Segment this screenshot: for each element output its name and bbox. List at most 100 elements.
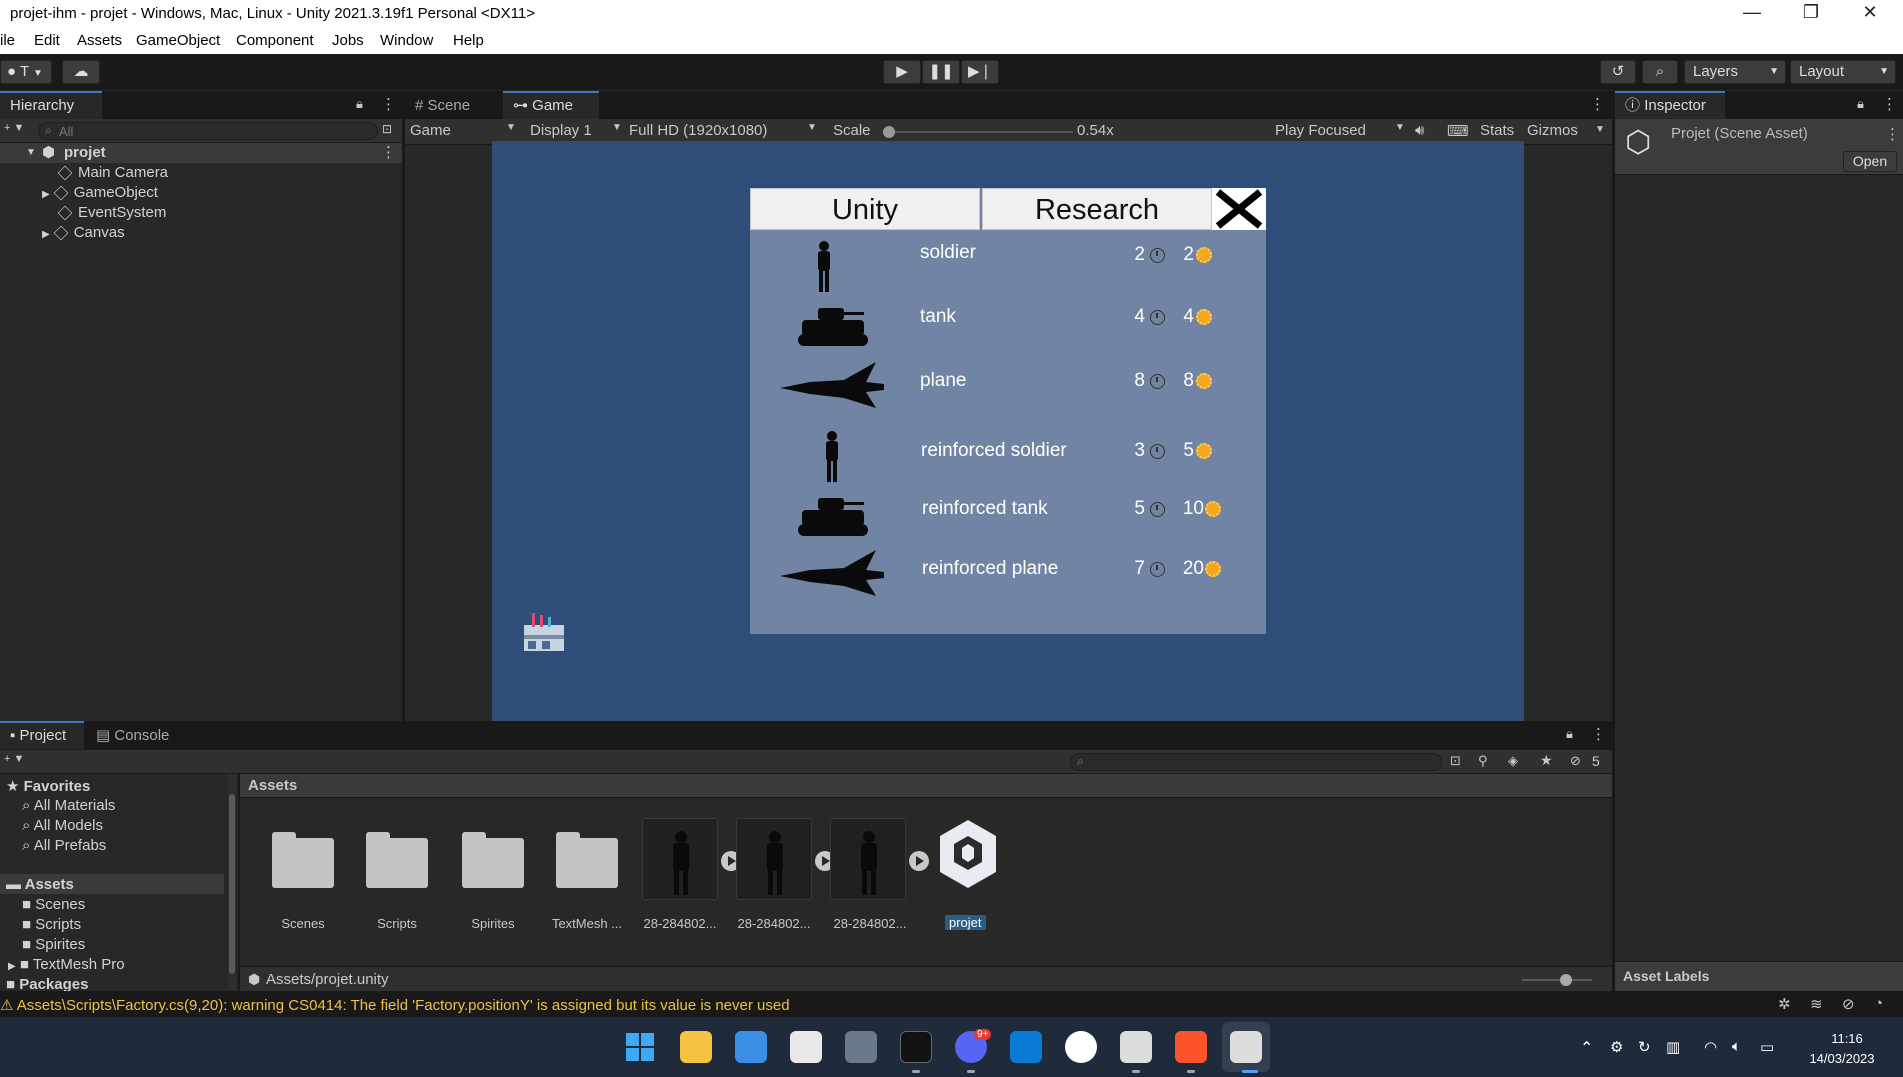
menu-edit[interactable]: Edit (34, 32, 60, 49)
sprite-thumbnail[interactable] (736, 818, 812, 900)
step-button[interactable]: ▶❘ (961, 60, 999, 84)
unit-row[interactable]: tank 4 4 (750, 296, 1266, 354)
tab-unity[interactable]: Unity (750, 188, 980, 230)
scene-picker-icon[interactable]: ⊡ (382, 122, 392, 136)
unit-row[interactable]: plane 8 8 (750, 358, 1266, 420)
unit-row[interactable]: reinforced plane 7 20 (750, 548, 1266, 610)
lock-icon[interactable]: 🔒︎ (356, 96, 363, 112)
clock-date[interactable]: 14/03/2023 (1800, 1051, 1884, 1066)
file-explorer-icon[interactable] (680, 1031, 712, 1063)
chevron-up-icon[interactable]: ⌃ (1580, 1038, 1593, 1058)
asset-item-label-selected[interactable]: projet (945, 915, 986, 930)
tab-game[interactable]: ⊶ Game (503, 91, 599, 119)
kebab-menu-icon[interactable]: ⋮ (381, 95, 396, 113)
sidebar-scrollbar[interactable] (228, 774, 236, 990)
hierarchy-item-eventsystem[interactable]: EventSystem (57, 203, 166, 223)
close-window-button[interactable]: ✕ (1850, 2, 1890, 23)
hierarchy-item-gameobject[interactable]: ▶ GameObject (42, 183, 158, 203)
tab-scene[interactable]: # Scene (405, 91, 501, 119)
menu-file[interactable]: ile (0, 32, 15, 49)
speaker-muted-icon[interactable]: 🔈︎ (1732, 1038, 1741, 1055)
close-popup-button[interactable] (1212, 188, 1266, 230)
menu-jobs[interactable]: Jobs (332, 32, 364, 49)
hierarchy-scene-row[interactable]: ▼ ⬢ projet ⋮ (0, 143, 402, 163)
expand-arrow-icon[interactable]: ▼ (26, 143, 36, 163)
scale-slider[interactable] (883, 126, 1073, 138)
lock-icon[interactable]: 🔒︎ (1857, 96, 1864, 112)
kebab-menu-icon[interactable]: ⋮ (381, 143, 396, 163)
expand-sprite-icon[interactable] (909, 851, 929, 871)
folder-icon[interactable] (366, 832, 428, 888)
asset-folder[interactable]: ■ Scenes (22, 896, 85, 913)
unity-editor-icon[interactable] (1230, 1031, 1262, 1063)
kebab-menu-icon[interactable]: ⋮ (1591, 725, 1606, 743)
terminal-icon[interactable] (900, 1031, 932, 1063)
sync-icon[interactable]: ↻ (1638, 1038, 1651, 1056)
keyboard-icon[interactable]: ⌨ (1447, 122, 1469, 140)
kebab-menu-icon[interactable]: ⋮ (1882, 95, 1897, 113)
expand-arrow-icon[interactable]: ▶ (42, 229, 50, 240)
folder-icon[interactable] (556, 832, 618, 888)
layout-dropdown[interactable]: Layout ▼ (1790, 60, 1896, 84)
tab-console[interactable]: ▤ Console (86, 721, 182, 749)
hidden-packages-icon[interactable]: ⊘ (1570, 753, 1581, 769)
asset-item-label[interactable]: 28-284802... (635, 916, 725, 931)
battery-icon[interactable]: ▭ (1760, 1038, 1774, 1056)
status-bar[interactable]: ⚠ Assets\Scripts\Factory.cs(9,20): warni… (0, 991, 1903, 1017)
menu-help[interactable]: Help (453, 32, 484, 49)
sprite-thumbnail[interactable] (830, 818, 906, 900)
asset-item-label[interactable]: TextMesh ... (542, 916, 632, 931)
store-icon[interactable] (790, 1031, 822, 1063)
hierarchy-item-canvas[interactable]: ▶ Canvas (42, 223, 125, 243)
scale-slider-handle[interactable] (883, 126, 895, 138)
star-icon[interactable]: ★ (1540, 752, 1553, 769)
breadcrumb-assets[interactable]: Assets (248, 777, 297, 794)
thumbnail-size-slider[interactable] (1522, 974, 1592, 986)
minimize-button[interactable]: — (1732, 2, 1772, 23)
asset-item-label[interactable]: Scenes (258, 916, 348, 931)
chart-icon[interactable]: ▥ (1666, 1038, 1680, 1056)
calculator-icon[interactable] (845, 1031, 877, 1063)
tab-project[interactable]: ▪ Project (0, 721, 84, 749)
asset-item-label[interactable]: 28-284802... (825, 916, 915, 931)
cloud-button[interactable]: ☁ (62, 60, 100, 84)
play-button[interactable]: ▶ (883, 60, 921, 84)
play-focused-dropdown[interactable]: Play Focused ▼ (1275, 122, 1405, 139)
favorite-item[interactable]: ⌕ All Materials (22, 797, 115, 814)
account-dropdown[interactable]: ● T ▼ (0, 60, 52, 84)
lock-icon[interactable]: 🔒︎ (1566, 726, 1573, 742)
start-button[interactable] (624, 1031, 656, 1063)
history-button[interactable]: ↺ (1600, 60, 1636, 84)
search-button[interactable]: ⌕ (1642, 60, 1678, 84)
mute-audio-icon[interactable]: 🔊︎ (1415, 122, 1424, 139)
warning-message[interactable]: ⚠ Assets\Scripts\Factory.cs(9,20): warni… (0, 996, 790, 1014)
open-button[interactable]: Open (1843, 151, 1897, 172)
asset-folder[interactable]: ▶ ■ TextMesh Pro (8, 956, 125, 973)
favorite-item[interactable]: ⌕ All Models (22, 817, 103, 834)
kebab-menu-icon[interactable]: ⋮ (1885, 125, 1900, 143)
gizmos-button[interactable]: Gizmos (1527, 122, 1578, 139)
progress-icon[interactable]: ◔ (1874, 995, 1883, 1012)
label-tag-icon[interactable]: ◈ (1508, 753, 1518, 769)
menu-gameobject[interactable]: GameObject (136, 32, 220, 49)
folder-icon[interactable] (272, 832, 334, 888)
resolution-dropdown[interactable]: Full HD (1920x1080) ▼ (629, 122, 819, 139)
menu-assets[interactable]: Assets (77, 32, 122, 49)
unit-row[interactable]: reinforced soldier 3 5 (750, 428, 1266, 486)
unit-row[interactable]: reinforced tank 5 10 (750, 488, 1266, 544)
menu-window[interactable]: Window (380, 32, 433, 49)
scrollbar-thumb[interactable] (229, 794, 235, 974)
brave-browser-icon[interactable] (1175, 1031, 1207, 1063)
restore-button[interactable]: ❐ (1791, 2, 1831, 23)
display-dropdown[interactable]: Display 1 ▼ (530, 122, 625, 139)
menu-component[interactable]: Component (236, 32, 314, 49)
tab-inspector[interactable]: ⓘ Inspector (1615, 91, 1725, 119)
asset-labels-bar[interactable]: Asset Labels (1615, 961, 1903, 991)
add-dropdown[interactable]: + ▼ (4, 753, 24, 765)
assets-root[interactable]: ▬ Assets (6, 876, 74, 893)
favorite-item[interactable]: ⌕ All Prefabs (22, 837, 106, 854)
hierarchy-item-main-camera[interactable]: Main Camera (57, 163, 168, 183)
word-app-icon[interactable] (1065, 1031, 1097, 1063)
add-dropdown[interactable]: + ▼ (4, 122, 24, 134)
cache-icon[interactable]: ≋ (1810, 995, 1823, 1013)
